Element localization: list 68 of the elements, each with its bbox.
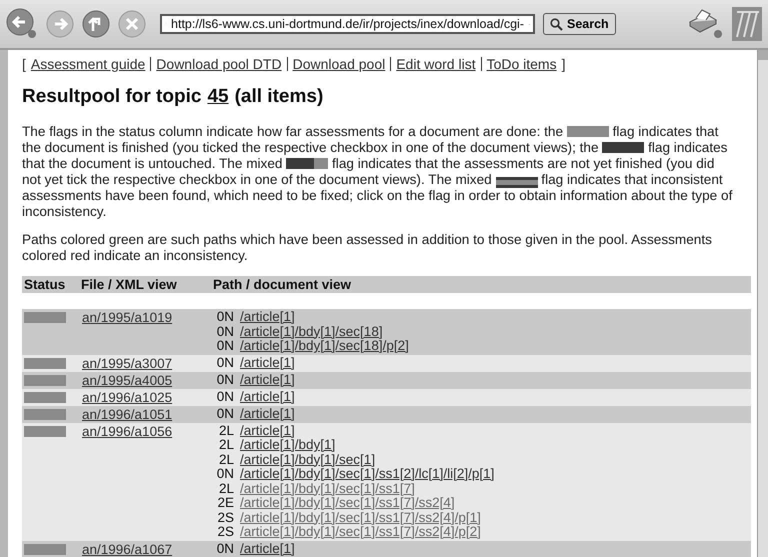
assessment-code: 0N	[216, 356, 234, 370]
assessment-code: 2S	[216, 525, 234, 540]
assessment-code: 2L	[218, 482, 234, 496]
file-link[interactable]: an/1996/a1067	[82, 542, 172, 556]
path-link[interactable]: /article[1]/bdy[1]/sec[1]/ss1[7]/ss2[4]	[240, 496, 455, 510]
assessment-code: 2E	[216, 496, 234, 510]
search-button[interactable]: Search	[543, 13, 616, 35]
path-link[interactable]: /article[1]/bdy[1]/sec[1]/ss1[7]/ss2[4]/p[1]	[240, 510, 481, 525]
logo-icon	[732, 7, 762, 41]
assessment-code: 0N	[216, 310, 234, 324]
column-header: Path / document view	[213, 276, 751, 293]
file-link[interactable]: an/1995/a3007	[82, 356, 172, 370]
nav-link[interactable]: Edit word list	[396, 56, 476, 72]
paragraph-text: Paths colored green are such paths which have been assessed in addition to those given in the pool. Assessments colored red indicate an inconsistency.	[22, 232, 713, 264]
bracket-text: [	[22, 56, 26, 72]
nav-link[interactable]: Assessment guide	[30, 56, 146, 72]
path-link[interactable]: /article[1]/bdy[1]/sec[1]/ss1[7]/ss2[4]/p[2]	[240, 525, 481, 540]
assessment-code: 2L	[218, 452, 234, 467]
status-flag-icon[interactable]	[24, 358, 66, 368]
file-link[interactable]: an/1996/a1025	[82, 390, 172, 404]
assessment-code: 2L	[218, 438, 234, 452]
file-link[interactable]: an/1995/a1019	[82, 310, 172, 325]
address-field[interactable]: http://ls6-www.cs.uni-dortmund.de/ir/projects/inex/download/cgi-	[160, 14, 535, 34]
status-flag-icon[interactable]	[24, 374, 66, 386]
bracket-text: ]	[562, 56, 566, 72]
file-link[interactable]: an/1996/a1051	[82, 406, 172, 422]
path-link[interactable]: /article[1]/bdy[1]/sec[18]	[240, 324, 383, 339]
path-link[interactable]: /article[1]	[240, 542, 295, 556]
assessment-code: 0N	[216, 324, 234, 339]
stop-icon[interactable]	[118, 10, 146, 38]
assessment-code: 0N	[216, 542, 234, 556]
path-link[interactable]: /article[1]/bdy[1]	[240, 438, 336, 452]
page-title: Resultpool for topic	[22, 86, 202, 108]
column-header: Status	[22, 276, 81, 293]
file-link[interactable]: an/1996/a1056	[82, 424, 172, 438]
page-title: (all items)	[234, 86, 324, 108]
assessment-code: 0N	[216, 390, 234, 404]
assessment-code: 0N	[216, 467, 234, 482]
status-flag-icon[interactable]	[24, 426, 66, 436]
assessment-code: 0N	[216, 406, 234, 421]
back-icon[interactable]	[6, 8, 38, 40]
assessment-code: 0N	[216, 339, 234, 354]
paragraph-text: The flags in the status column indicate how far assessments for a document are done: the flag indicates that the document is finished (you ticked the respective checkbox in one of the document views); the flag indicates that the document is untouched. The mixed flag indicates that the assessments are not yet finished (you did not yet tick the respective checkbox in one of the document views). The mixed flag indicates that inconsistent assessments have been found, which need to be fixed; click on the flag in order to obtain information about the type of inconsistency.	[22, 124, 734, 220]
path-link[interactable]: /article[1]/bdy[1]/sec[18]/p[2]	[240, 339, 409, 354]
path-link[interactable]: /article[1]	[240, 310, 295, 324]
path-link[interactable]: /article[1]	[240, 424, 295, 438]
path-link[interactable]: /article[1]	[240, 356, 295, 370]
up-icon[interactable]	[82, 10, 110, 38]
nav-link[interactable]: Download pool DTD	[156, 56, 282, 72]
path-link[interactable]: /article[1]/bdy[1]/sec[1]	[240, 452, 376, 467]
status-flag-icon[interactable]	[24, 392, 66, 402]
nav-link[interactable]: ToDo items	[486, 56, 557, 72]
nav-link[interactable]: Download pool	[292, 56, 386, 72]
file-link[interactable]: an/1995/a4005	[82, 372, 172, 388]
path-link[interactable]: /article[1]/bdy[1]/sec[1]/ss1[2]/lc[1]/li[2]/p[1]	[240, 467, 494, 482]
assessment-code: 0N	[216, 372, 234, 387]
path-link[interactable]: /article[1]	[240, 372, 295, 387]
path-link[interactable]: /article[1]	[240, 406, 295, 421]
search-icon	[550, 18, 563, 30]
assessment-code: 2L	[218, 424, 234, 438]
assessment-code: 2S	[216, 510, 234, 525]
status-flag-icon[interactable]	[24, 408, 66, 420]
status-flag-icon[interactable]	[24, 544, 66, 554]
path-link[interactable]: /article[1]	[240, 390, 295, 404]
path-link[interactable]: /article[1]/bdy[1]/sec[1]/ss1[7]	[240, 482, 415, 496]
column-header: File / XML view	[81, 276, 213, 293]
topic-link[interactable]: 45	[207, 86, 229, 108]
forward-icon[interactable]	[46, 10, 74, 38]
